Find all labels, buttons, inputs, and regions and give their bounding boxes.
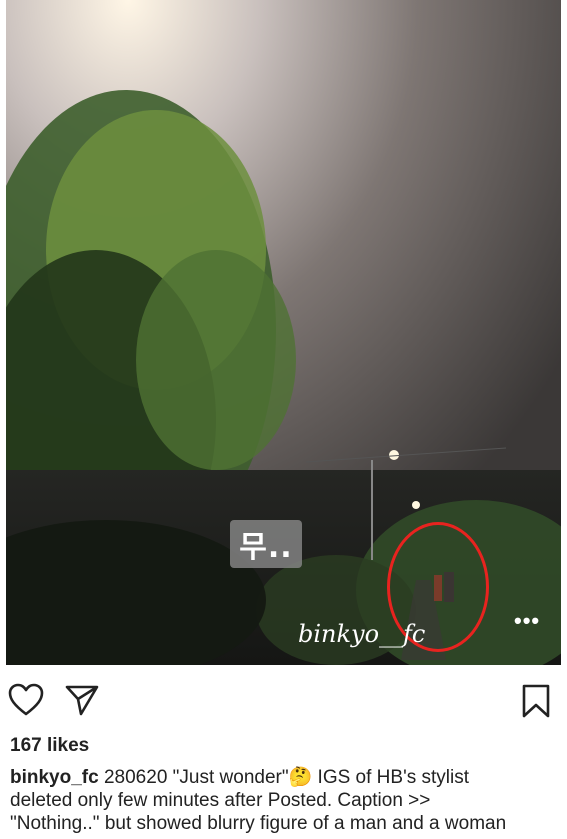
caption-username[interactable]: binkyo_fc: [10, 767, 99, 788]
more-options-icon[interactable]: •••: [514, 608, 540, 634]
post-caption: binkyo_fc 280620 "Just wonder"🤔 IGS of H…: [10, 766, 560, 835]
caption-text-part1: 280620 "Just wonder": [98, 767, 289, 788]
caption-text-part2: IGS of HB's stylist: [312, 767, 469, 788]
caption-text-line2: deleted only few minutes after Posted. C…: [10, 790, 431, 811]
thinking-emoji: 🤔: [288, 766, 313, 788]
heart-icon[interactable]: [8, 683, 44, 717]
post-screenshot: 무.. binkyo__fc ••• 167 likes binkyo_fc 2…: [0, 0, 567, 839]
post-photo[interactable]: 무.. binkyo__fc •••: [6, 0, 561, 665]
action-bar: [0, 665, 567, 735]
bookmark-icon[interactable]: [520, 683, 552, 719]
send-icon[interactable]: [64, 683, 100, 717]
overlay-sticker: 무..: [230, 520, 302, 568]
caption-text-line3: "Nothing.." but showed blurry figure of …: [10, 813, 507, 834]
likes-count[interactable]: 167 likes: [10, 735, 89, 757]
photo-watermark: binkyo__fc: [298, 620, 426, 648]
